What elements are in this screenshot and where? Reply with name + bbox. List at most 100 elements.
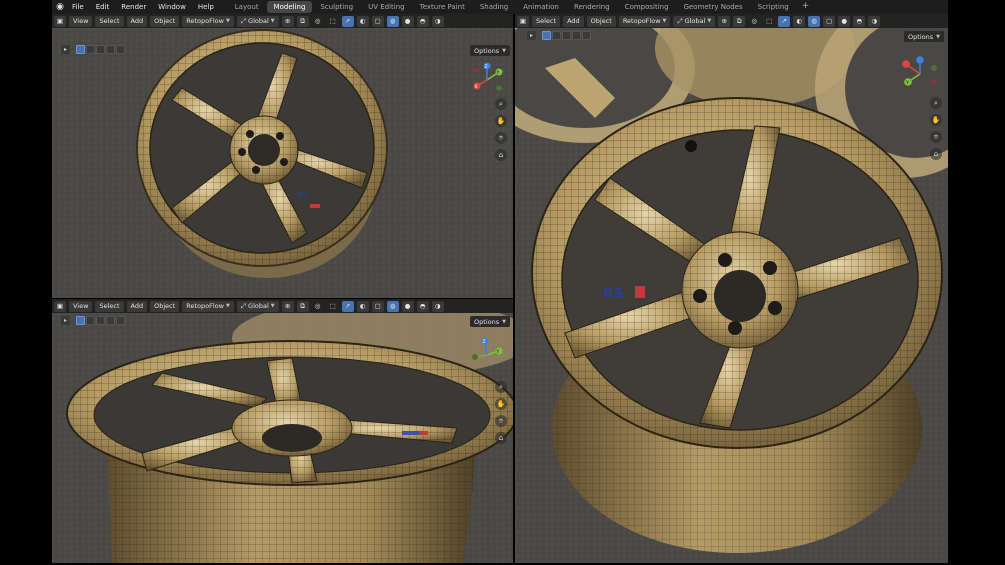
tab-shading[interactable]: Shading xyxy=(473,1,515,13)
add-menu[interactable]: Add xyxy=(126,15,148,27)
overlay-icon[interactable]: ◐ xyxy=(356,300,369,312)
add-workspace-button[interactable]: + xyxy=(797,1,815,13)
menu-render[interactable]: Render xyxy=(115,0,152,14)
navigation-gizmo[interactable]: Z Y X xyxy=(467,60,507,100)
menu-window[interactable]: Window xyxy=(152,0,192,14)
select-mode-subtract-icon[interactable] xyxy=(562,31,571,40)
tab-geometry-nodes[interactable]: Geometry Nodes xyxy=(677,1,750,13)
select-mode-intersect-icon[interactable] xyxy=(116,316,125,325)
tab-animation[interactable]: Animation xyxy=(516,1,566,13)
select-mode-intersect-icon[interactable] xyxy=(116,45,125,54)
select-menu[interactable]: Select xyxy=(95,15,124,27)
shading-solid-icon[interactable]: ● xyxy=(401,300,414,312)
options-dropdown[interactable]: Options ▼ xyxy=(470,316,510,327)
tab-layout[interactable]: Layout xyxy=(228,1,266,13)
viewport-top-left[interactable]: ▣ View Select Add Object RetopoFlow ▼ ⤢ Gl… xyxy=(52,14,513,298)
blender-logo-icon[interactable]: ◉ xyxy=(54,1,66,13)
viewport-bottom-left[interactable]: ▣ View Select Add Object RetopoFlow ▼ ⤢ Gl… xyxy=(52,299,513,563)
shading-material-icon[interactable]: ◓ xyxy=(416,15,429,27)
tab-uv-editing[interactable]: UV Editing xyxy=(361,1,412,13)
shading-render-icon[interactable]: ◑ xyxy=(868,15,881,27)
camera-icon[interactable]: ⌾ xyxy=(495,132,507,144)
object-menu[interactable]: Object xyxy=(150,300,180,312)
camera-icon[interactable]: ⌾ xyxy=(495,415,507,427)
editor-type-icon[interactable]: ▣ xyxy=(54,300,66,312)
zoom-icon[interactable]: ⌕ xyxy=(495,381,507,393)
navigation-gizmo[interactable]: Z Y xyxy=(467,335,507,375)
select-mode-subtract-icon[interactable] xyxy=(96,316,105,325)
shading-render-icon[interactable]: ◑ xyxy=(431,15,444,27)
tab-compositing[interactable]: Compositing xyxy=(618,1,676,13)
options-dropdown[interactable]: Options ▼ xyxy=(904,31,944,42)
object-menu[interactable]: Object xyxy=(150,15,180,27)
lock-icon[interactable]: ⌂ xyxy=(495,149,507,161)
select-box-icon[interactable]: ⬚ xyxy=(327,301,339,312)
menu-file[interactable]: File xyxy=(66,0,90,14)
gizmo-toggle-icon[interactable]: ↗ xyxy=(341,300,354,312)
transform-orientation-dropdown[interactable]: ⤢ Global ▼ xyxy=(236,300,279,312)
shading-wire-icon[interactable]: ◍ xyxy=(808,15,821,27)
select-menu[interactable]: Select xyxy=(532,15,561,27)
select-mode-invert-icon[interactable] xyxy=(106,45,115,54)
xray-icon[interactable]: ▢ xyxy=(371,300,384,312)
lock-icon[interactable]: ⌂ xyxy=(930,148,942,160)
overlay-icon[interactable]: ◐ xyxy=(793,15,806,27)
retopoflow-menu[interactable]: RetopoFlow ▼ xyxy=(182,300,234,312)
tab-modeling[interactable]: Modeling xyxy=(266,1,313,13)
shading-wire-icon[interactable]: ◍ xyxy=(386,15,399,27)
menu-help[interactable]: Help xyxy=(192,0,220,14)
menu-edit[interactable]: Edit xyxy=(90,0,116,14)
proportional-icon[interactable]: ◎ xyxy=(312,16,324,27)
tab-scripting[interactable]: Scripting xyxy=(751,1,796,13)
editor-type-icon[interactable]: ▣ xyxy=(517,15,529,27)
select-mode-extend-icon[interactable] xyxy=(86,45,95,54)
gizmo-toggle-icon[interactable]: ↗ xyxy=(341,15,354,27)
select-mode-extend-icon[interactable] xyxy=(552,31,561,40)
add-menu[interactable]: Add xyxy=(126,300,148,312)
add-menu[interactable]: Add xyxy=(563,15,584,27)
navigation-gizmo[interactable]: Y xyxy=(898,52,942,96)
editor-type-icon[interactable]: ▣ xyxy=(54,15,66,27)
tool-arrow-icon[interactable]: ▸ xyxy=(61,45,70,54)
shading-render-icon[interactable]: ◑ xyxy=(431,300,444,312)
proportional-icon[interactable]: ◎ xyxy=(312,301,324,312)
snap-icon[interactable]: ⧉ xyxy=(733,15,746,27)
select-box-icon[interactable]: ⬚ xyxy=(327,16,339,27)
shading-solid-icon[interactable]: ● xyxy=(838,15,851,27)
pivot-icon[interactable]: ⊕ xyxy=(281,15,294,27)
view-menu[interactable]: View xyxy=(69,15,93,27)
viewport-right[interactable]: ▣ Select Add Object RetopoFlow ▼ ⤢ Global ▼… xyxy=(515,14,948,563)
select-mode-invert-icon[interactable] xyxy=(106,316,115,325)
pan-hand-icon[interactable]: ✋ xyxy=(930,114,942,126)
select-mode-intersect-icon[interactable] xyxy=(582,31,591,40)
retopoflow-menu[interactable]: RetopoFlow ▼ xyxy=(618,15,671,27)
pan-hand-icon[interactable]: ✋ xyxy=(495,115,507,127)
shading-material-icon[interactable]: ◓ xyxy=(853,15,866,27)
select-mode-subtract-icon[interactable] xyxy=(96,45,105,54)
shading-wire-icon[interactable]: ◍ xyxy=(386,300,399,312)
overlay-icon[interactable]: ◐ xyxy=(356,15,369,27)
pivot-icon[interactable]: ⊕ xyxy=(718,15,731,27)
select-mode-new-icon[interactable] xyxy=(76,45,85,54)
tab-rendering[interactable]: Rendering xyxy=(567,1,617,13)
pivot-icon[interactable]: ⊕ xyxy=(281,300,294,312)
shading-solid-icon[interactable]: ● xyxy=(401,15,414,27)
zoom-icon[interactable]: ⌕ xyxy=(930,97,942,109)
pan-hand-icon[interactable]: ✋ xyxy=(495,398,507,410)
tab-texture-paint[interactable]: Texture Paint xyxy=(413,1,472,13)
xray-icon[interactable]: ▢ xyxy=(823,15,836,27)
select-mode-new-icon[interactable] xyxy=(542,31,551,40)
tool-arrow-icon[interactable]: ▸ xyxy=(61,316,70,325)
camera-icon[interactable]: ⌾ xyxy=(930,131,942,143)
select-box-icon[interactable]: ⬚ xyxy=(763,16,775,27)
gizmo-toggle-icon[interactable]: ↗ xyxy=(778,15,791,27)
object-menu[interactable]: Object xyxy=(586,15,616,27)
tab-sculpting[interactable]: Sculpting xyxy=(313,1,360,13)
select-mode-extend-icon[interactable] xyxy=(86,316,95,325)
shading-material-icon[interactable]: ◓ xyxy=(416,300,429,312)
select-mode-new-icon[interactable] xyxy=(76,316,85,325)
tool-arrow-icon[interactable]: ▸ xyxy=(527,31,536,40)
transform-orientation-dropdown[interactable]: ⤢ Global ▼ xyxy=(236,15,279,27)
select-mode-invert-icon[interactable] xyxy=(572,31,581,40)
snap-icon[interactable]: ⧉ xyxy=(296,15,309,27)
